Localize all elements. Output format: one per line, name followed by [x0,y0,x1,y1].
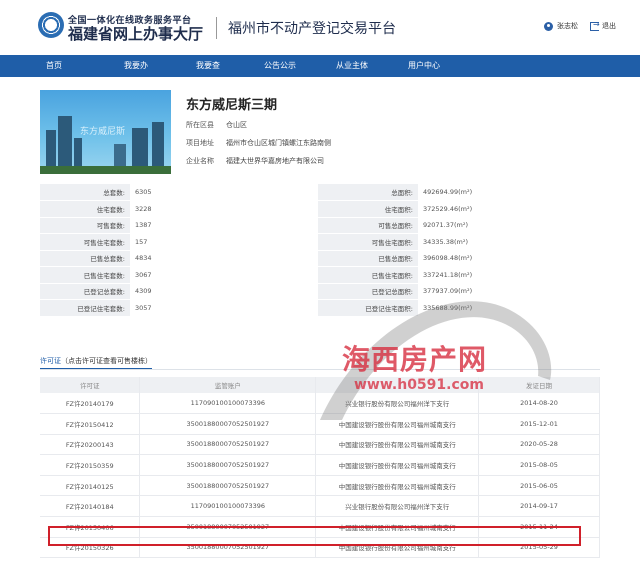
stat-label: 可售总面积: [318,217,418,234]
row-highlight-box [48,526,581,546]
project-name: 东方威尼斯三期 [186,98,278,113]
platform-title: 福州市不动产登记交易平台 [228,21,396,37]
supervision-account: 35001880007052501927 [139,413,317,435]
stat-label: 总面积: [318,184,418,201]
supervision-account: 35001880007052501927 [139,454,317,476]
nav-item-user-center[interactable]: 用户中心 [388,55,460,77]
stat-label: 已登记住宅套数: [40,299,130,317]
project-image-watermark: 东方威尼斯 [80,127,126,137]
stat-value: 396098.48(m²) [418,250,600,267]
nav-item-apply[interactable]: 我要办 [100,55,172,77]
ground-shape [40,166,171,174]
table-row[interactable]: FZ许20150359 35001880007052501927 中国建设银行股… [40,454,600,476]
stat-value: 3067 [130,266,318,284]
nav-item-home[interactable]: 首页 [0,55,100,77]
address-label: 项目地址 [186,139,214,147]
gov-logo-icon[interactable] [38,12,64,38]
stat-label: 可售住宅面积: [318,233,418,251]
watermark-brand: 海西房产网 [342,343,488,376]
stats-row: 可售住宅套数: 157 可售住宅面积: 34335.38(m²) [40,233,600,251]
district-value: 仓山区 [226,121,247,129]
permit-number[interactable]: FZ许20140125 [40,475,141,497]
col-header-account: 监管账户 [139,377,317,393]
stat-value: 3057 [130,299,318,317]
stat-value: 34335.38(m²) [418,233,600,251]
district-label: 所在区县 [186,121,214,129]
issue-date: 2015-08-05 [478,454,600,476]
stat-label: 已售总套数: [40,250,130,267]
stat-label: 已售住宅套数: [40,266,130,284]
company-value: 福建大世界华嘉房地产有限公司 [226,157,324,165]
supervision-account: 35001880007052501927 [139,434,317,456]
project-district-row: 所在区县 仓山区 [186,120,247,130]
user-name: 张志松 [557,22,578,30]
table-row[interactable]: FZ许20200143 35001880007052501927 中国建设银行股… [40,434,600,456]
watermark-url: www.h0591.com [354,377,484,393]
permit-number[interactable]: FZ许20140184 [40,495,141,518]
nav-item-practitioners[interactable]: 从业主体 [316,55,388,77]
stat-value: 492694.99(m²) [418,184,600,201]
stats-row: 可售套数: 1387 可售总面积: 92071.37(m²) [40,217,600,234]
permit-number[interactable]: FZ许20150359 [40,454,141,476]
stat-value: 3228 [130,200,318,218]
stat-label: 总套数: [40,184,130,201]
nav-item-query[interactable]: 我要查 [172,55,244,77]
address-value: 福州市仓山区城门镇螺江东路南侧 [226,139,331,147]
permit-number[interactable]: FZ许20140179 [40,393,141,415]
table-row[interactable]: FZ许20140184 117090100100073396 兴业银行股份有限公… [40,495,600,518]
project-address-row: 项目地址 福州市仓山区城门镇螺江东路南侧 [186,138,331,148]
nav-item-announcements[interactable]: 公告公示 [244,55,316,77]
logout-button[interactable]: 退出 [590,20,616,31]
tab-permits-hint: （点击许可证查看可售楼栋） [61,357,152,365]
logout-label: 退出 [602,22,616,30]
stat-label: 已售总面积: [318,250,418,267]
stat-value: 372529.46(m²) [418,200,600,218]
stat-label: 住宅套数: [40,200,130,218]
project-company-row: 企业名称 福建大世界华嘉房地产有限公司 [186,156,324,166]
user-icon [544,21,553,31]
stat-value: 4834 [130,250,318,267]
logout-icon [590,20,600,31]
stat-value: 157 [130,233,318,251]
company-label: 企业名称 [186,157,214,165]
gov-platform-title[interactable]: 福建省网上办事大厅 [68,23,203,44]
stats-row: 总套数: 6305 总面积: 492694.99(m²) [40,184,600,201]
stat-value: 4309 [130,283,318,300]
site-header: 全国一体化在线政务服务平台 福建省网上办事大厅 福州市不动产登记交易平台 张志松… [0,0,640,54]
stat-label: 已登记总套数: [40,283,130,300]
main-nav: 首页 我要办 我要查 公告公示 从业主体 用户中心 [0,55,640,77]
issue-date: 2020-05-28 [478,434,600,456]
user-menu[interactable]: 张志松 [544,21,578,31]
bank-name: 中国建设银行股份有限公司福州城南支行 [315,475,480,497]
permit-number[interactable]: FZ许20200143 [40,434,141,456]
stat-value: 6305 [130,184,318,201]
stat-label: 可售套数: [40,217,130,234]
supervision-account: 117090100100073396 [139,495,317,518]
issue-date: 2014-09-17 [478,495,600,518]
supervision-account: 117090100100073396 [139,393,317,415]
col-header-permit: 许可证 [40,377,141,393]
issue-date: 2015-06-05 [478,475,600,497]
stats-row: 已售总套数: 4834 已售总面积: 396098.48(m²) [40,250,600,267]
bank-name: 中国建设银行股份有限公司福州城南支行 [315,434,480,456]
header-divider [216,17,217,39]
tab-permits[interactable]: 许可证（点击许可证查看可售楼栋） [40,356,152,370]
project-image: 东方威尼斯 [40,90,171,174]
stat-label: 住宅面积: [318,200,418,218]
table-row[interactable]: FZ许20140125 35001880007052501927 中国建设银行股… [40,475,600,497]
stat-value: 1387 [130,217,318,234]
permit-number[interactable]: FZ许20150412 [40,413,141,435]
bank-name: 兴业银行股份有限公司福州洋下支行 [315,495,480,518]
supervision-account: 35001880007052501927 [139,475,317,497]
stats-row: 住宅套数: 3228 住宅面积: 372529.46(m²) [40,200,600,218]
tab-permits-title: 许可证 [40,357,61,365]
bank-name: 中国建设银行股份有限公司福州城南支行 [315,454,480,476]
stat-value: 92071.37(m²) [418,217,600,234]
stat-label: 可售住宅套数: [40,233,130,251]
